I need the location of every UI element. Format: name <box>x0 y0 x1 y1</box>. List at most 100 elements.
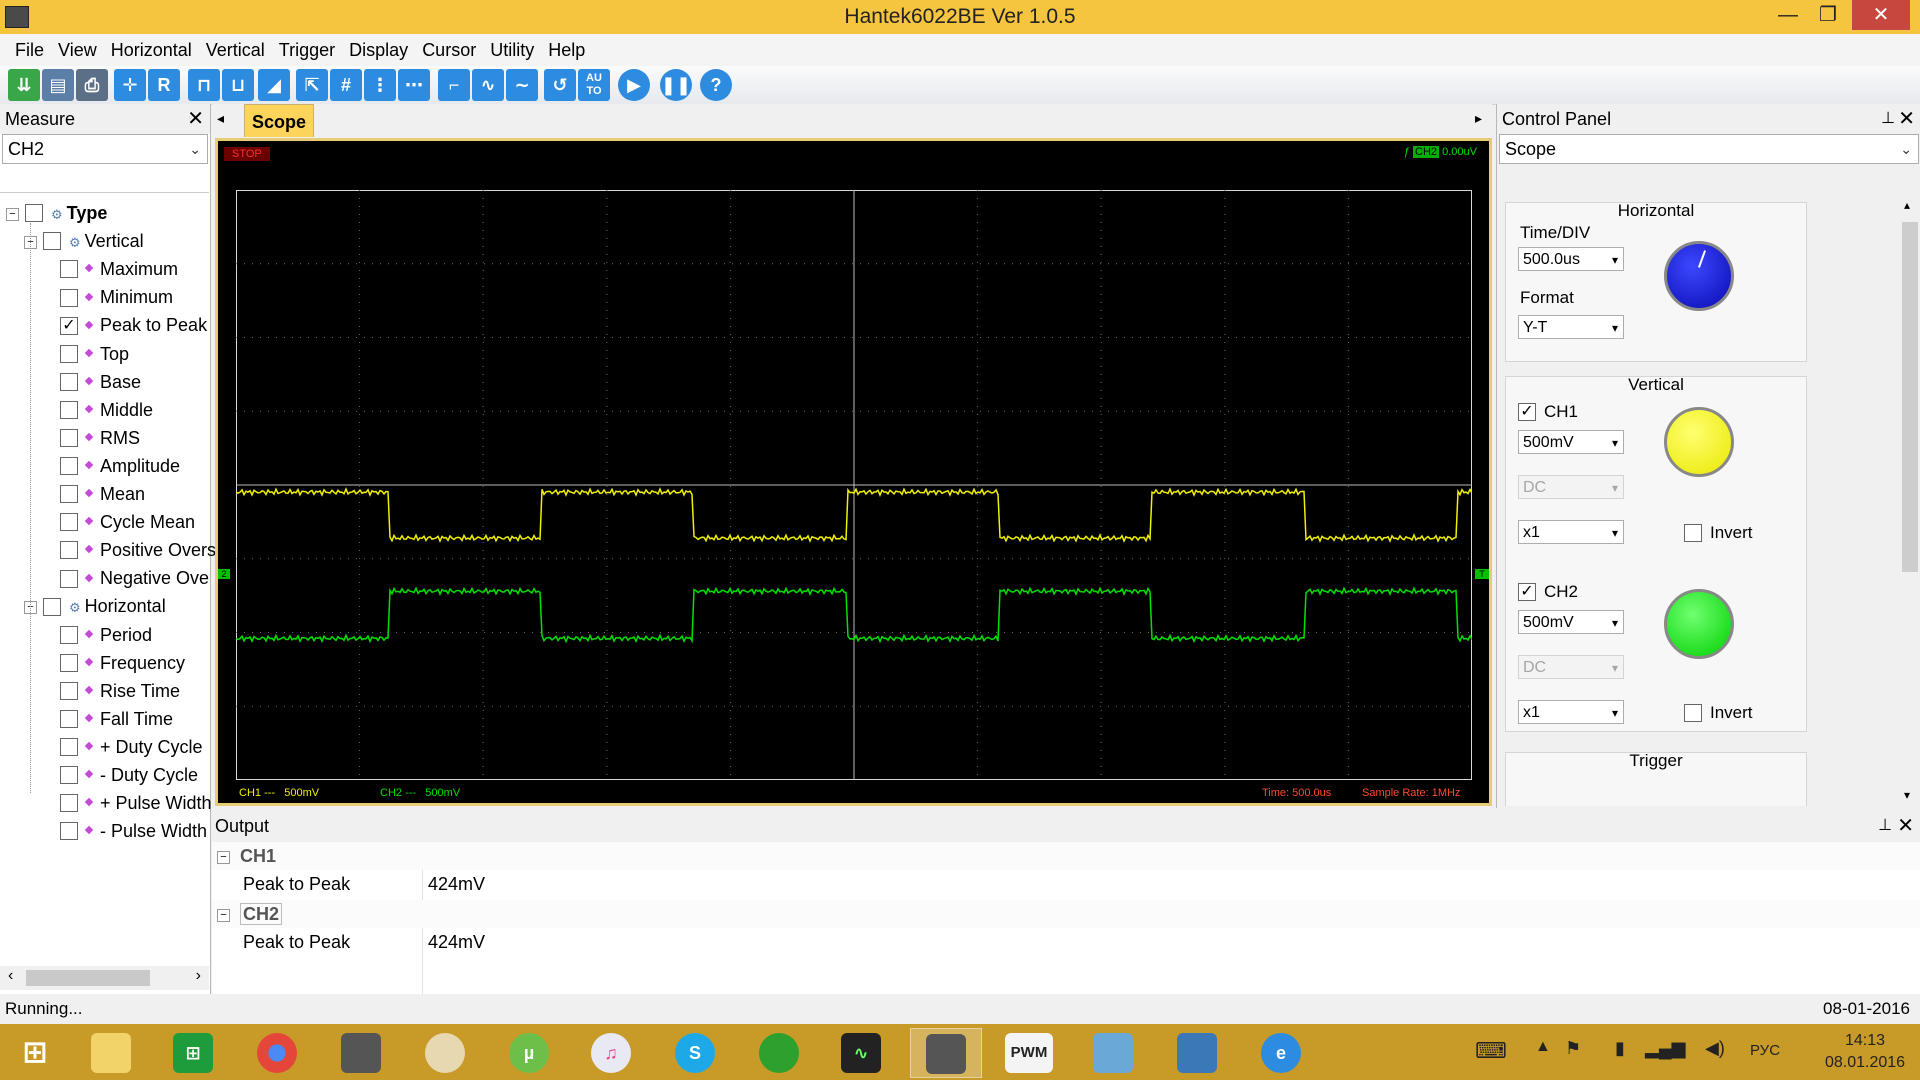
auto-scale-icon[interactable]: ✛ <box>114 69 146 101</box>
measure-checkbox[interactable] <box>60 288 78 307</box>
windows-start-icon[interactable]: ⊞ <box>0 1028 70 1076</box>
ch2-ground-marker[interactable]: 2 <box>218 569 230 579</box>
pin-icon[interactable]: ⊥ <box>1881 104 1895 134</box>
oscilloscope-icon[interactable]: ∿ <box>826 1028 896 1076</box>
measure-checkbox[interactable] <box>60 569 78 588</box>
measure-tree-item[interactable]: - Duty Cycle <box>60 761 198 789</box>
menu-view[interactable]: View <box>51 34 104 66</box>
ch1-invert-checkbox[interactable] <box>1684 523 1702 542</box>
slope-icon[interactable]: ◢ <box>258 69 290 101</box>
pause-icon[interactable]: ❚❚ <box>660 69 692 101</box>
run-icon[interactable]: ▶ <box>618 69 650 101</box>
cursor-icon[interactable]: ⇱ <box>296 69 328 101</box>
ch1-volt-knob[interactable] <box>1664 407 1734 477</box>
ch1-checkbox[interactable]: ✓ <box>1518 402 1536 421</box>
scroll-right-icon[interactable]: › <box>196 967 201 985</box>
utorrent-icon[interactable]: µ <box>494 1028 564 1076</box>
measure-tree-item[interactable]: Middle <box>60 396 153 424</box>
measure-checkbox[interactable] <box>60 710 78 729</box>
measure-checkbox[interactable] <box>60 738 78 757</box>
tab-scope[interactable]: Scope <box>244 104 314 137</box>
grid-icon[interactable]: # <box>330 69 362 101</box>
ch2-volt-knob[interactable] <box>1664 589 1734 659</box>
measure-channel-select[interactable]: CH2 ⌄ <box>2 134 208 164</box>
keyboard-icon[interactable]: ⌨ <box>1475 1038 1507 1064</box>
collapse-icon[interactable]: − <box>217 908 230 922</box>
sine-icon[interactable]: ∼ <box>506 69 538 101</box>
help-icon[interactable]: ? <box>700 69 732 101</box>
measure-checkbox[interactable]: ✓ <box>60 316 78 335</box>
pulse-icon[interactable]: ⊓ <box>188 69 220 101</box>
control-vscrollbar[interactable]: ▴ ▾ <box>1899 194 1920 806</box>
output-group-ch1[interactable]: − CH1 <box>212 842 1920 870</box>
ch2-invert-checkbox[interactable] <box>1684 703 1702 722</box>
ch2-probe-select[interactable]: x1 ▾ <box>1518 700 1624 724</box>
tray-expand-icon[interactable]: ▲ <box>1535 1038 1551 1056</box>
battery-icon[interactable]: ▮ <box>1615 1038 1625 1059</box>
scroll-left-icon[interactable]: ‹ <box>8 967 13 985</box>
close-button[interactable]: ✕ <box>1852 0 1910 30</box>
timediv-knob[interactable] <box>1664 241 1734 311</box>
paint-icon[interactable] <box>410 1028 480 1076</box>
horizontal-cursor-icon[interactable]: ⋯ <box>398 69 430 101</box>
measure-checkbox[interactable] <box>25 204 43 223</box>
tab-scroll-left-icon[interactable]: ◂ <box>217 110 224 127</box>
measure-checkbox[interactable] <box>60 513 78 532</box>
menu-trigger[interactable]: Trigger <box>272 34 342 66</box>
measure-checkbox[interactable] <box>60 794 78 813</box>
pulse-measure-icon[interactable]: ⊔ <box>222 69 254 101</box>
measure-tree-item[interactable]: − ⚙ Vertical <box>24 227 144 255</box>
trigger-level-marker[interactable]: T <box>1475 569 1489 579</box>
measure-tree-item[interactable]: Rise Time <box>60 677 180 705</box>
measure-checkbox[interactable] <box>43 232 61 251</box>
measure-tree-item[interactable]: Positive Overs <box>60 536 216 564</box>
pin-icon[interactable]: ⊥ <box>1878 810 1892 842</box>
measure-tree-item[interactable]: − ⚙ Horizontal <box>24 592 166 620</box>
menu-vertical[interactable]: Vertical <box>199 34 272 66</box>
tab-scroll-right-icon[interactable]: ▸ <box>1475 110 1482 127</box>
ch1-probe-select[interactable]: x1 ▾ <box>1518 520 1624 544</box>
measure-checkbox[interactable] <box>60 372 78 391</box>
measure-checkbox[interactable] <box>60 822 78 841</box>
scope-display[interactable]: STOP ƒ CH2 0.00uV 2 T CH1 --- 500mV CH2 … <box>215 138 1492 806</box>
file-explorer-icon[interactable] <box>76 1028 146 1076</box>
scroll-thumb[interactable] <box>26 970 150 986</box>
step-icon[interactable]: ⌐ <box>438 69 470 101</box>
collapse-icon[interactable]: − <box>6 207 19 221</box>
scope-app-icon[interactable] <box>326 1028 396 1076</box>
menu-utility[interactable]: Utility <box>483 34 541 66</box>
measure-tree-item[interactable]: + Pulse Width <box>60 789 212 817</box>
ie-icon[interactable]: e <box>1246 1028 1316 1076</box>
reset-icon[interactable]: R <box>148 69 180 101</box>
pwm-icon[interactable]: PWM <box>994 1028 1064 1076</box>
ch1-volt-select[interactable]: 500mV ▾ <box>1518 430 1624 454</box>
timediv-select[interactable]: 500.0us ▾ <box>1518 247 1624 271</box>
menu-file[interactable]: File <box>0 34 51 66</box>
measure-tree-item[interactable]: RMS <box>60 424 140 452</box>
measure-checkbox[interactable] <box>60 429 78 448</box>
scroll-up-icon[interactable]: ▴ <box>1904 198 1910 212</box>
auto-icon[interactable]: AU TO <box>578 69 610 101</box>
measure-tree-item[interactable]: Mean <box>60 480 145 508</box>
measure-checkbox[interactable] <box>60 681 78 700</box>
measure-tree-item[interactable]: Amplitude <box>60 452 180 480</box>
hantek-icon[interactable] <box>910 1028 982 1078</box>
measure-checkbox[interactable] <box>60 653 78 672</box>
measure-tree-item[interactable]: − ⚙ Type <box>6 199 107 227</box>
skype-icon[interactable]: S <box>660 1028 730 1076</box>
menu-help[interactable]: Help <box>541 34 592 66</box>
measure-checkbox[interactable] <box>60 625 78 644</box>
measure-tree-item[interactable]: ✓ Peak to Peak <box>60 311 207 339</box>
undo-icon[interactable]: ↺ <box>544 69 576 101</box>
measure-checkbox[interactable] <box>60 457 78 476</box>
network-icon[interactable] <box>1078 1028 1148 1076</box>
measure-checkbox[interactable] <box>60 766 78 785</box>
measure-tree-item[interactable]: Cycle Mean <box>60 508 195 536</box>
measure-tree-item[interactable]: Maximum <box>60 255 178 283</box>
ch2-checkbox[interactable]: ✓ <box>1518 582 1536 601</box>
measure-tree-item[interactable]: Base <box>60 368 141 396</box>
measure-tree-item[interactable]: Negative Ove <box>60 564 209 592</box>
format-select[interactable]: Y-T ▾ <box>1518 315 1624 339</box>
measure-tree-item[interactable]: + Duty Cycle <box>60 733 203 761</box>
green-app-icon[interactable] <box>744 1028 814 1076</box>
